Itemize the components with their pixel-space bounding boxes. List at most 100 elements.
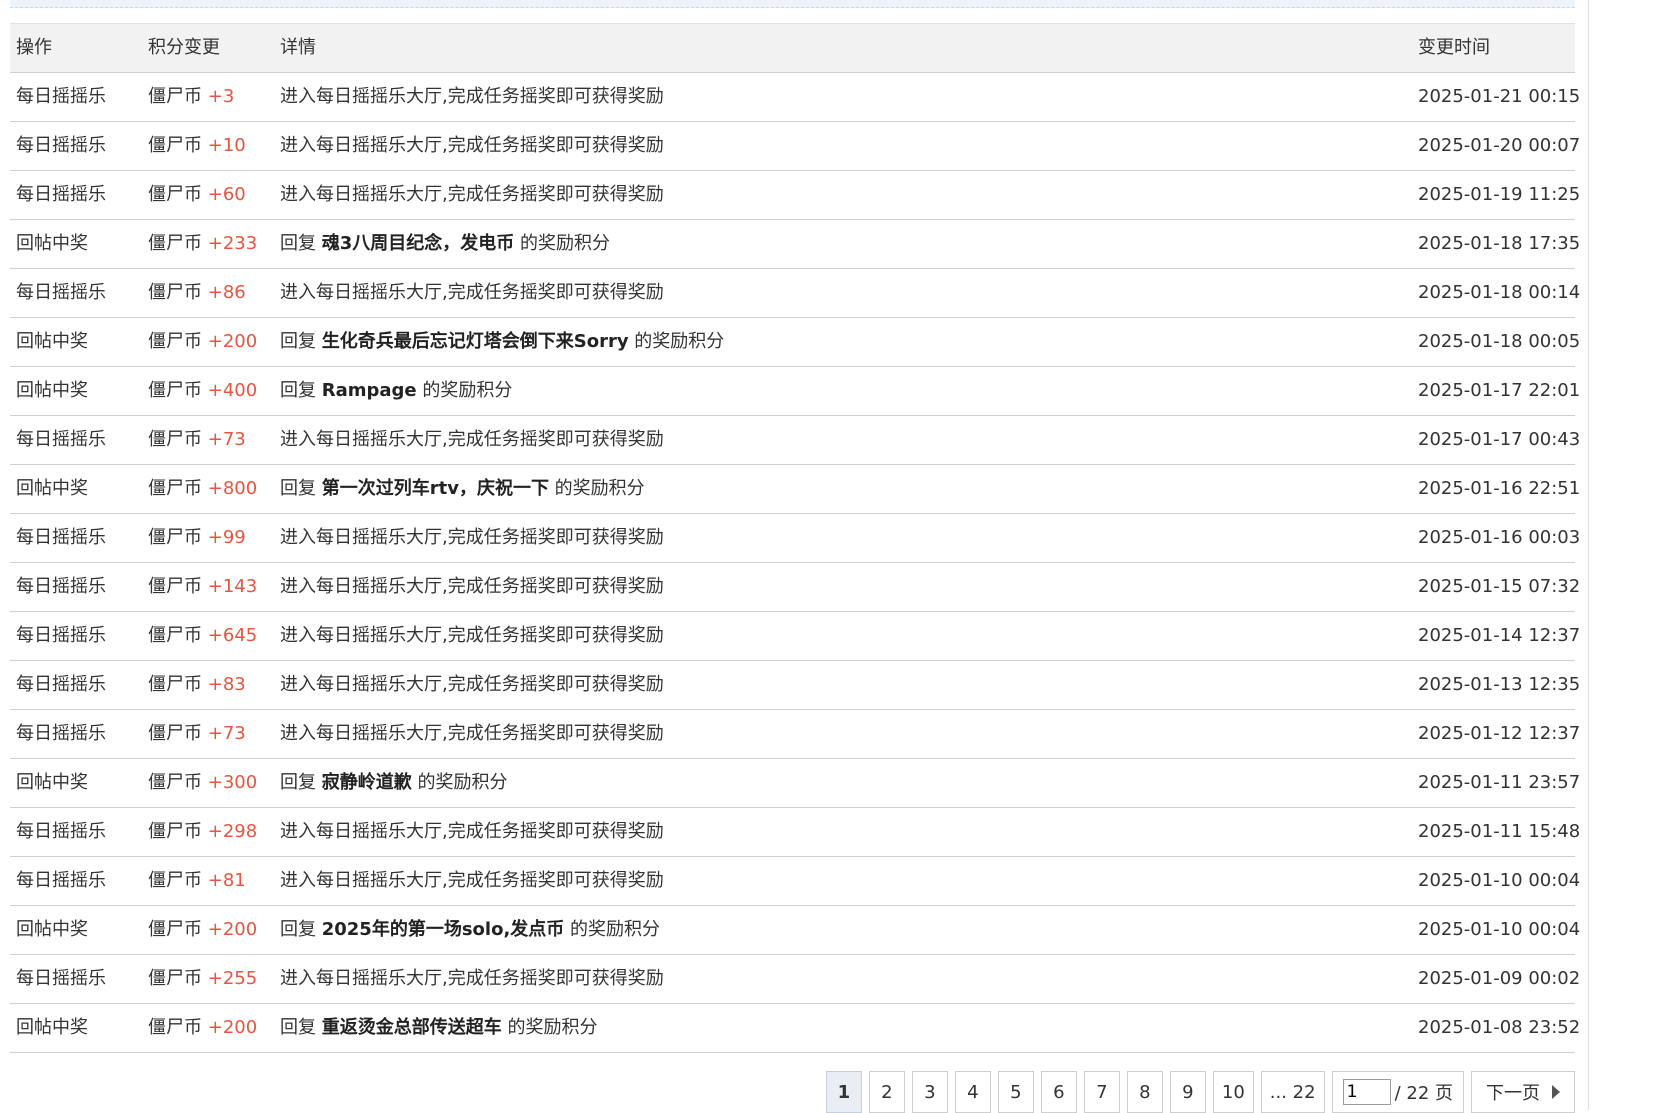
row-credit-change: 僵尸币 +73	[148, 416, 246, 464]
row-time: 2025-01-13 12:35	[1418, 674, 1581, 695]
row-amount: +81	[207, 870, 246, 891]
row-detail-text: 回复	[280, 380, 322, 401]
row-detail-text: 进入每日摇摇乐大厅,完成任务摇奖即可获得奖励	[280, 968, 664, 989]
row-detail-text: 回复	[280, 919, 322, 940]
row-time: 2025-01-12 12:37	[1418, 723, 1581, 744]
row-time: 2025-01-10 00:04	[1418, 870, 1581, 891]
row-detail-suffix: 的奖励积分	[564, 919, 661, 940]
page-button[interactable]: 10	[1212, 1071, 1254, 1113]
row-credit-change: 僵尸币 +81	[148, 857, 246, 905]
row-detail-text: 进入每日摇摇乐大厅,完成任务摇奖即可获得奖励	[280, 86, 664, 107]
row-operation: 每日摇摇乐	[16, 870, 106, 891]
page-button[interactable]: 2	[868, 1071, 905, 1113]
row-time: 2025-01-17 00:43	[1418, 429, 1581, 450]
next-page-label: 下一页	[1486, 1083, 1540, 1104]
row-credit-change: 僵尸币 +233	[148, 220, 257, 268]
row-currency: 僵尸币	[148, 576, 202, 597]
row-amount: +143	[207, 576, 258, 597]
row-detail: 进入每日摇摇乐大厅,完成任务摇奖即可获得奖励	[280, 122, 664, 170]
row-detail-text: 进入每日摇摇乐大厅,完成任务摇奖即可获得奖励	[280, 870, 664, 891]
row-operation: 每日摇摇乐	[16, 576, 106, 597]
row-amount: +645	[207, 625, 258, 646]
pagination: 12345678910 ... 22 / 22 页 下一页	[825, 1071, 1575, 1113]
row-time: 2025-01-09 00:02	[1418, 968, 1581, 989]
row-detail: 回复 寂静岭道歉 的奖励积分	[280, 759, 507, 807]
header-op: 操作	[16, 37, 52, 58]
row-operation: 回帖中奖	[16, 380, 88, 401]
row-thread-link[interactable]: Rampage	[322, 380, 417, 401]
row-operation: 每日摇摇乐	[16, 625, 106, 646]
row-thread-link[interactable]: 魂3八周目纪念，发电币	[322, 233, 515, 254]
row-amount: +298	[207, 821, 258, 842]
row-detail-suffix: 的奖励积分	[411, 772, 508, 793]
row-amount: +255	[207, 968, 258, 989]
row-currency: 僵尸币	[148, 919, 202, 940]
row-credit-change: 僵尸币 +200	[148, 318, 257, 366]
row-thread-link[interactable]: 重返烫金总部传送超车	[322, 1017, 502, 1038]
page-button[interactable]: 5	[997, 1071, 1034, 1113]
row-detail-text: 进入每日摇摇乐大厅,完成任务摇奖即可获得奖励	[280, 135, 664, 156]
page-button[interactable]: 9	[1169, 1071, 1206, 1113]
page-current[interactable]: 1	[825, 1071, 862, 1113]
row-detail: 进入每日摇摇乐大厅,完成任务摇奖即可获得奖励	[280, 73, 664, 121]
page-jump: / 22 页	[1331, 1071, 1464, 1113]
row-currency: 僵尸币	[148, 821, 202, 842]
row-detail-text: 进入每日摇摇乐大厅,完成任务摇奖即可获得奖励	[280, 723, 664, 744]
header-change: 积分变更	[148, 37, 220, 58]
row-operation: 每日摇摇乐	[16, 429, 106, 450]
page-last-button[interactable]: ... 22	[1260, 1071, 1325, 1113]
row-amount: +400	[207, 380, 258, 401]
row-credit-change: 僵尸币 +73	[148, 710, 246, 758]
row-operation: 每日摇摇乐	[16, 723, 106, 744]
header-time: 变更时间	[1418, 37, 1490, 58]
row-time: 2025-01-19 11:25	[1418, 184, 1581, 205]
row-detail-suffix: 的奖励积分	[514, 233, 610, 254]
row-credit-change: 僵尸币 +10	[148, 122, 246, 170]
row-amount: +86	[207, 282, 246, 303]
row-time: 2025-01-11 15:48	[1418, 821, 1581, 842]
row-detail: 回复 第一次过列车rtv，庆祝一下 的奖励积分	[280, 465, 645, 513]
row-detail-suffix: 的奖励积分	[501, 1017, 598, 1038]
row-time: 2025-01-17 22:01	[1418, 380, 1581, 401]
row-currency: 僵尸币	[148, 233, 202, 254]
row-time: 2025-01-18 00:14	[1418, 282, 1581, 303]
row-thread-link[interactable]: 生化奇兵最后忘记灯塔会倒下来Sorry	[322, 331, 629, 352]
row-detail-suffix: 的奖励积分	[628, 331, 725, 352]
table-row: 回帖中奖 僵尸币 +300 回复 寂静岭道歉 的奖励积分 2025-01-11 23:…	[10, 759, 1580, 808]
row-amount: +200	[207, 919, 258, 940]
page-button[interactable]: 3	[911, 1071, 948, 1113]
next-page-button[interactable]: 下一页	[1471, 1071, 1575, 1113]
row-operation: 每日摇摇乐	[16, 86, 106, 107]
row-operation: 回帖中奖	[16, 331, 88, 352]
row-credit-change: 僵尸币 +298	[148, 808, 257, 856]
row-time: 2025-01-16 22:51	[1418, 478, 1581, 499]
row-currency: 僵尸币	[148, 1017, 202, 1038]
page-button[interactable]: 8	[1126, 1071, 1163, 1113]
row-detail: 回复 2025年的第一场solo,发点币 的奖励积分	[280, 906, 660, 954]
row-thread-link[interactable]: 寂静岭道歉	[322, 772, 412, 793]
row-amount: +233	[207, 233, 258, 254]
row-thread-link[interactable]: 第一次过列车rtv，庆祝一下	[322, 478, 549, 499]
table-row: 每日摇摇乐 僵尸币 +73 进入每日摇摇乐大厅,完成任务摇奖即可获得奖励 2025-0…	[10, 710, 1580, 759]
row-operation: 每日摇摇乐	[16, 135, 106, 156]
table-row: 每日摇摇乐 僵尸币 +255 进入每日摇摇乐大厅,完成任务摇奖即可获得奖励 2025-…	[10, 955, 1580, 1004]
row-operation: 回帖中奖	[16, 772, 88, 793]
row-thread-link[interactable]: 2025年的第一场solo,发点币	[322, 919, 565, 940]
row-detail-text: 回复	[280, 772, 322, 793]
table-row: 回帖中奖 僵尸币 +400 回复 Rampage 的奖励积分 2025-01-17 2…	[10, 367, 1580, 416]
table-row: 每日摇摇乐 僵尸币 +83 进入每日摇摇乐大厅,完成任务摇奖即可获得奖励 2025-0…	[10, 661, 1580, 710]
row-detail-suffix: 的奖励积分	[416, 380, 513, 401]
page-jump-input[interactable]	[1342, 1079, 1391, 1105]
row-amount: +200	[207, 331, 258, 352]
row-operation: 每日摇摇乐	[16, 821, 106, 842]
row-currency: 僵尸币	[148, 86, 202, 107]
page-button[interactable]: 6	[1040, 1071, 1077, 1113]
page-total-label: / 22 页	[1394, 1083, 1453, 1104]
row-credit-change: 僵尸币 +99	[148, 514, 246, 562]
row-amount: +200	[207, 1017, 258, 1038]
page-button[interactable]: 4	[954, 1071, 991, 1113]
page-button[interactable]: 7	[1083, 1071, 1120, 1113]
row-credit-change: 僵尸币 +645	[148, 612, 257, 660]
table-row: 回帖中奖 僵尸币 +800 回复 第一次过列车rtv，庆祝一下 的奖励积分 2025-…	[10, 465, 1580, 514]
row-detail-text: 进入每日摇摇乐大厅,完成任务摇奖即可获得奖励	[280, 674, 664, 695]
